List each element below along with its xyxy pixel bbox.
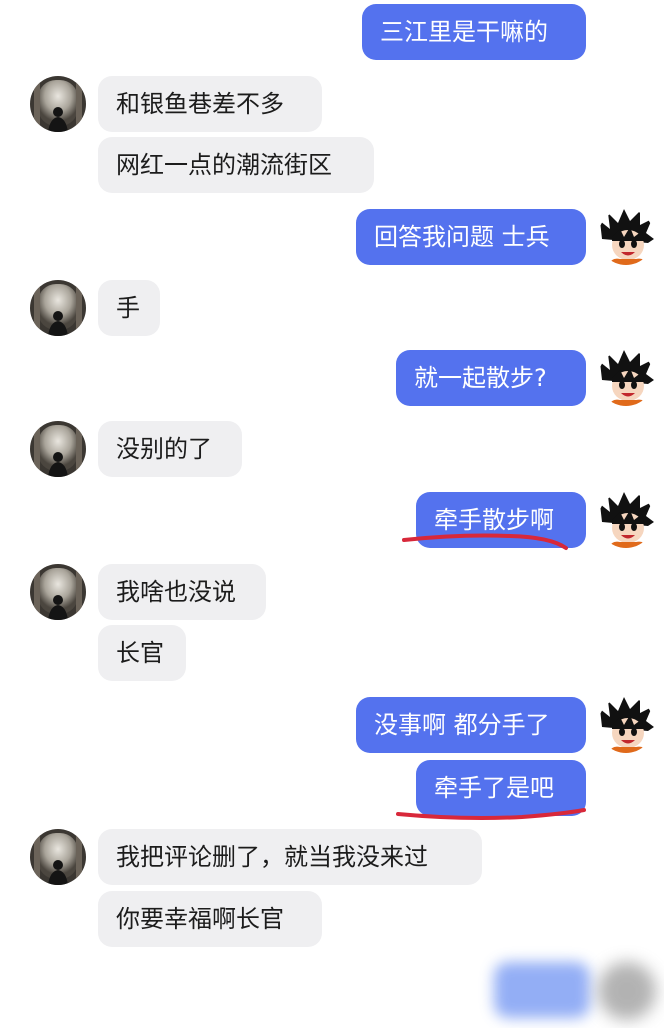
- user-avatar[interactable]: [598, 492, 654, 548]
- sender-avatar[interactable]: [30, 564, 86, 620]
- incoming-message[interactable]: 网红一点的潮流街区: [98, 137, 374, 193]
- silhouette-avatar-icon: [30, 280, 86, 336]
- red-underline-annotation: [396, 808, 586, 820]
- blurred-user-avatar: [598, 962, 656, 1020]
- user-avatar[interactable]: [598, 697, 654, 753]
- incoming-message[interactable]: 你要幸福啊长官: [98, 891, 322, 947]
- cartoon-boy-avatar-icon: [598, 209, 654, 265]
- sender-avatar[interactable]: [30, 421, 86, 477]
- sender-avatar[interactable]: [30, 280, 86, 336]
- sender-avatar[interactable]: [30, 76, 86, 132]
- outgoing-message[interactable]: 没事啊 都分手了: [356, 697, 586, 753]
- red-underline-annotation: [402, 533, 568, 550]
- outgoing-message[interactable]: 回答我问题 士兵: [356, 209, 586, 265]
- incoming-message[interactable]: 手: [98, 280, 160, 336]
- silhouette-avatar-icon: [30, 829, 86, 885]
- incoming-message[interactable]: 我啥也没说: [98, 564, 266, 620]
- cartoon-boy-avatar-icon: [598, 350, 654, 406]
- incoming-message[interactable]: 长官: [98, 625, 186, 681]
- silhouette-avatar-icon: [30, 421, 86, 477]
- blurred-outgoing-message: [494, 962, 590, 1018]
- incoming-message[interactable]: 我把评论删了，就当我没来过: [98, 829, 482, 885]
- outgoing-message[interactable]: 就一起散步?: [396, 350, 586, 406]
- cartoon-boy-avatar-icon: [598, 697, 654, 753]
- silhouette-avatar-icon: [30, 564, 86, 620]
- user-avatar[interactable]: [598, 209, 654, 265]
- sender-avatar[interactable]: [30, 829, 86, 885]
- user-avatar[interactable]: [598, 350, 654, 406]
- cartoon-boy-avatar-icon: [598, 492, 654, 548]
- outgoing-message[interactable]: 三江里是干嘛的: [362, 4, 586, 60]
- silhouette-avatar-icon: [30, 76, 86, 132]
- incoming-message[interactable]: 没别的了: [98, 421, 242, 477]
- incoming-message[interactable]: 和银鱼巷差不多: [98, 76, 322, 132]
